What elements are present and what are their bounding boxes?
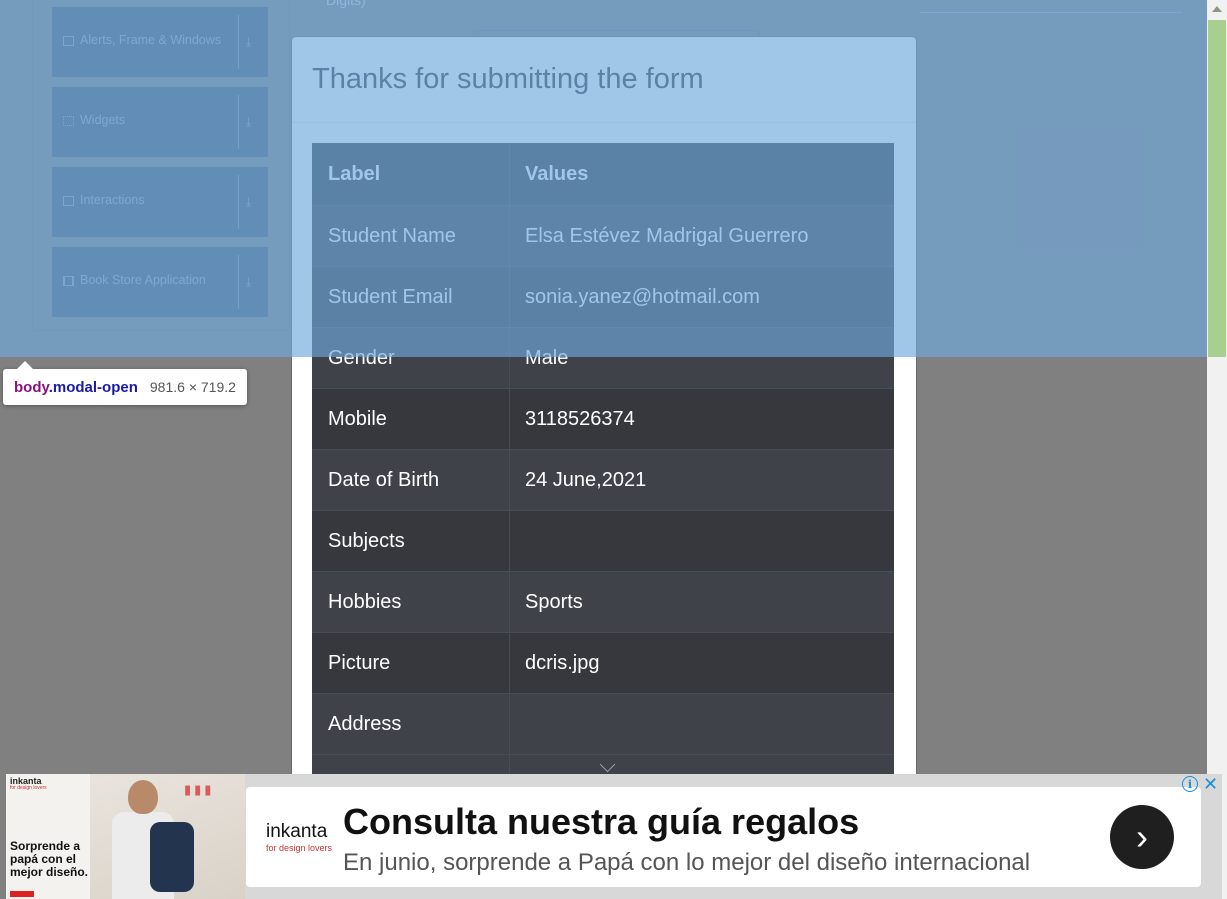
chevron-down-icon [599,756,616,773]
table-header-row: Label Values [312,143,894,205]
devtools-element-tooltip: body.modal-open 981.6 × 719.2 [3,361,247,405]
sidebar-group-label: Widgets [80,113,126,127]
interactions-icon [63,196,74,206]
sidebar-group-widgets[interactable]: Widgets ⤓ [52,87,268,157]
table-row: Student Email sonia.yanez@hotmail.com [312,266,894,327]
window-icon [63,36,74,46]
table-row: Date of Birth 24 June,2021 [312,449,894,510]
backpack-image [150,822,194,892]
row-value: Elsa Estévez Madrigal Guerrero [525,224,809,247]
row-label: Hobbies [312,572,510,632]
ad-headline: Consulta nuestra guía regalos [343,801,860,842]
ad-person-head [128,780,158,814]
ad-logo-sub: for design lovers [266,843,333,853]
sidebar-group-alerts[interactable]: Alerts, Frame & Windows ⤓ [52,7,268,77]
download-icon: ⤓ [246,195,252,209]
download-icon: ⤓ [246,115,252,129]
row-label: Gender [312,328,510,388]
table-row: Student Name Elsa Estévez Madrigal Guerr… [312,205,894,266]
row-value [510,511,894,571]
row-label: Student Name [312,206,510,266]
sidebar-group-book-store[interactable]: Book Store Application ⤓ [52,247,268,317]
sidebar-group-label: Interactions [80,193,145,207]
table-row: Picture dcris.jpg [312,632,894,693]
download-icon: ⤓ [246,35,252,49]
sidebar-group-interactions[interactable]: Interactions ⤓ [52,167,268,237]
book-icon [63,276,74,286]
ad-side-text: Sorprende a papá con el mejor diseño. [10,839,89,879]
submission-modal: Thanks for submitting the form Label Val… [291,36,917,778]
table-row: Subjects [312,510,894,571]
row-value: dcris.jpg [525,651,600,674]
ad-subline: En junio, sorprende a Papá con lo mejor … [343,849,1031,876]
modal-title: Thanks for submitting the form [312,63,704,95]
background-field-hint: Digits) [326,0,366,8]
divider [238,15,239,69]
row-label: Student Email [312,267,510,327]
row-value: sonia.yanez@hotmail.com [525,285,760,308]
divider [238,175,239,229]
row-value: 3118526374 [525,407,635,430]
close-icon[interactable]: ✕ [1203,774,1218,794]
row-label: Address [312,694,510,754]
row-label: Picture [312,633,510,693]
sidebar-group-label: Alerts, Frame & Windows [80,33,222,47]
ad-banner[interactable]: ▮▮▮ inkanta for design lovers Sorprende … [6,774,1222,899]
ad-logo: inkanta [266,821,328,842]
ad-mini-logo-sub: for design lovers [10,785,47,791]
row-value: Sports [525,590,583,613]
table-row: Address [312,693,894,754]
modal-header: Thanks for submitting the form [292,37,916,123]
chevron-right-icon[interactable]: › [1110,805,1174,869]
table-header-label: Label [312,143,510,205]
row-value: Male [525,346,569,369]
bottles-image: ▮▮▮ [184,782,215,797]
ad-image-panel[interactable]: ▮▮▮ inkanta for design lovers Sorprende … [6,774,245,899]
results-table: Label Values Student Name Elsa Estévez M… [312,143,894,777]
row-value: 24 June,2021 [525,468,647,491]
ad-mini-cta[interactable] [10,891,34,897]
widgets-icon [63,116,74,126]
divider [238,255,239,309]
row-label: Mobile [312,389,510,449]
sidebar-group-label: Book Store Application [80,273,206,287]
table-header-values: Values [525,162,589,185]
row-label: Date of Birth [312,450,510,510]
download-icon: ⤓ [246,275,252,289]
scroll-up-arrow-icon[interactable] [1212,6,1222,12]
tooltip-tag: body [14,378,49,396]
tooltip-selector: body.modal-open [14,379,138,396]
scrollbar-thumb[interactable] [1208,20,1226,357]
info-icon[interactable]: i [1182,776,1198,792]
row-value [510,694,894,754]
tooltip-class: .modal-open [48,378,138,396]
table-row: Mobile 3118526374 [312,388,894,449]
ad-content[interactable]: inkanta for design lovers Consulta nuest… [246,787,1201,887]
table-row: Hobbies Sports [312,571,894,632]
background-panel [920,0,1182,13]
row-label: Subjects [312,511,510,571]
ad-photo: ▮▮▮ [90,774,245,899]
divider [238,95,239,149]
tooltip-size: 981.6 × 719.2 [149,379,236,395]
table-row: Gender Male [312,327,894,388]
